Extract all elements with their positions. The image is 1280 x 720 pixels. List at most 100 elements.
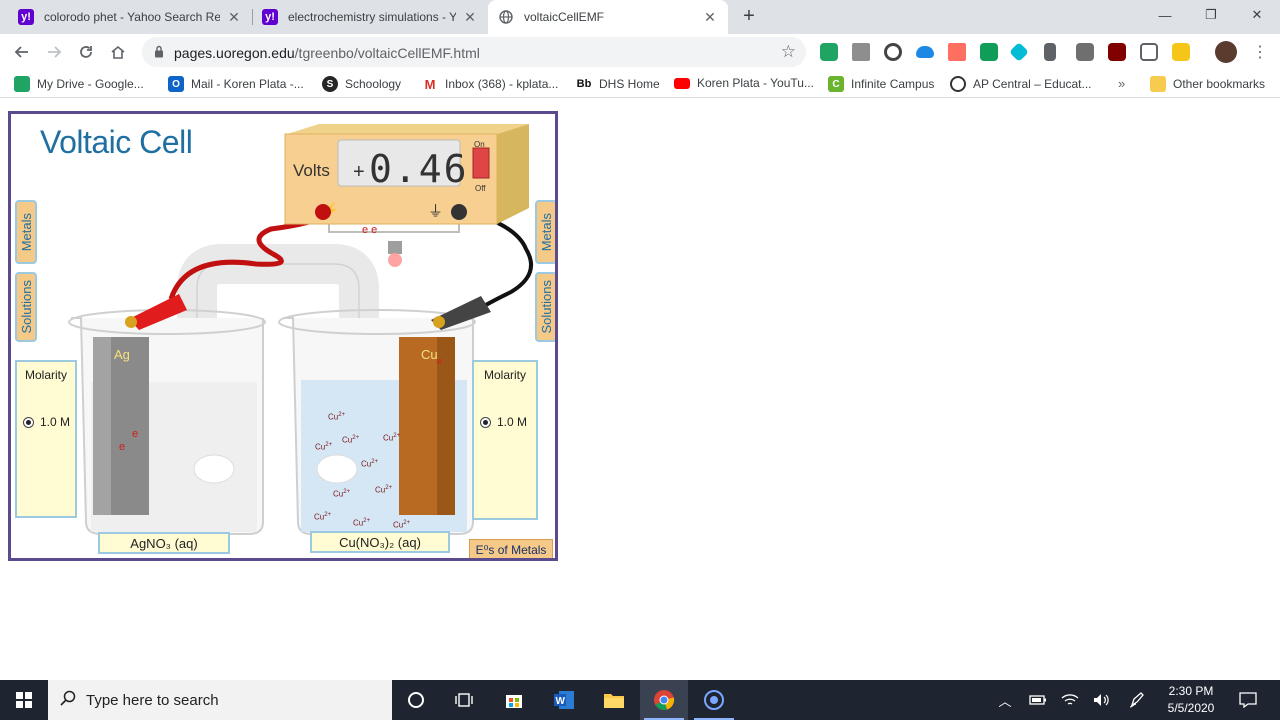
chrome-icon[interactable] xyxy=(640,680,688,720)
voltage-reading: 0.46 xyxy=(369,147,469,191)
copper-electrode-label: Cu xyxy=(421,347,438,362)
bookmark-youtube[interactable]: Koren Plata - YouTu... xyxy=(674,76,814,90)
windows-start-icon[interactable] xyxy=(0,680,48,720)
switch-on-label: On xyxy=(474,140,485,149)
google-classroom-icon[interactable] xyxy=(980,43,998,61)
bookmark-gmail[interactable]: M Inbox (368) - kplata... xyxy=(422,76,558,92)
word-icon[interactable]: W xyxy=(540,680,588,720)
right-molarity-option[interactable]: 1.0 M xyxy=(480,415,527,429)
google-drive-icon xyxy=(14,76,30,92)
cu-ion: Cu2+ xyxy=(333,489,351,499)
chevron-up-icon[interactable]: ︿ xyxy=(994,680,1016,720)
drive-extension-icon[interactable] xyxy=(1076,43,1094,61)
tab-yahoo-search-1[interactable]: y! colorodo phet - Yahoo Search Re ✕ xyxy=(8,0,252,34)
url-text: pages.uoregon.edu/tgreenbo/voltaicCellEM… xyxy=(174,45,480,61)
google-drive-icon[interactable] xyxy=(820,43,838,61)
a-extension-icon[interactable] xyxy=(1044,43,1056,61)
bookmark-schoology[interactable]: S Schoology xyxy=(322,76,401,92)
standard-potentials-button[interactable]: E⁰s of Metals xyxy=(469,539,553,558)
tab-yahoo-search-2[interactable]: y! electrochemistry simulations - Ya ✕ xyxy=(252,0,488,34)
right-solutions-tab[interactable]: Solutions xyxy=(535,272,555,342)
wifi-icon[interactable] xyxy=(1058,680,1082,720)
tab-voltaic-cell[interactable]: voltaicCellEMF ✕ xyxy=(488,0,728,34)
ublock-icon[interactable] xyxy=(1108,43,1126,61)
browser-toolbar: pages.uoregon.edu/tgreenbo/voltaicCellEM… xyxy=(0,34,1280,71)
left-solution-label[interactable]: AgNO₃ (aq) xyxy=(98,532,230,554)
reload-icon[interactable] xyxy=(74,40,98,64)
onedrive-icon[interactable] xyxy=(916,46,934,58)
diamond-extension-icon[interactable] xyxy=(1009,42,1029,62)
black-terminal xyxy=(451,204,467,220)
yahoo-icon: y! xyxy=(262,9,278,25)
right-molarity-panel: Molarity 1.0 M xyxy=(472,360,538,520)
clock-date: 5/5/2020 xyxy=(1167,701,1215,715)
extension-icon[interactable] xyxy=(852,43,870,61)
volume-icon[interactable] xyxy=(1090,680,1114,720)
right-metals-tab[interactable]: Metals xyxy=(535,200,555,264)
circle-extension-icon[interactable] xyxy=(884,43,902,61)
cu-ion: Cu2+ xyxy=(342,435,360,445)
voltmeter: Volts + 0.46 On Off ⚡ ⏚ xyxy=(283,124,529,234)
system-clock[interactable]: 2:30 PM 5/5/2020 xyxy=(1156,683,1226,717)
bookmark-other[interactable]: Other bookmarks xyxy=(1150,76,1265,92)
left-solutions-tab[interactable]: Solutions xyxy=(15,272,37,342)
bookmark-dhs-home[interactable]: Bb DHS Home xyxy=(576,76,660,92)
menu-kebab-icon[interactable]: ⋮ xyxy=(1248,40,1272,64)
restore-button[interactable]: ❐ xyxy=(1188,0,1234,30)
minimize-button[interactable]: — xyxy=(1142,0,1188,30)
cortana-icon[interactable] xyxy=(392,680,440,720)
close-icon[interactable]: ✕ xyxy=(226,9,242,25)
right-plug xyxy=(316,454,358,484)
hand-extension-icon[interactable] xyxy=(1172,43,1190,61)
voltage-sign: + xyxy=(353,161,365,183)
bookmark-star-icon[interactable]: ☆ xyxy=(781,42,796,62)
avatar[interactable] xyxy=(1215,41,1237,63)
more-bookmarks-chevron[interactable]: » xyxy=(1118,76,1125,91)
bookmark-infinite-campus[interactable]: C Infinite Campus xyxy=(828,76,934,92)
radio-selected-icon[interactable] xyxy=(480,416,491,428)
electron-label: e xyxy=(119,441,126,453)
address-bar[interactable]: pages.uoregon.edu/tgreenbo/voltaicCellEM… xyxy=(142,37,806,67)
screen-recorder-icon[interactable] xyxy=(690,680,738,720)
switch-off-label[interactable]: Off xyxy=(475,184,486,193)
task-view-icon[interactable] xyxy=(440,680,488,720)
new-tab-button[interactable]: + xyxy=(738,5,760,27)
gmail-icon: M xyxy=(422,76,438,92)
close-icon[interactable]: ✕ xyxy=(702,9,718,25)
notifications-icon[interactable] xyxy=(1234,680,1262,720)
close-icon[interactable]: ✕ xyxy=(462,9,478,25)
left-plug xyxy=(193,454,235,484)
windows-taskbar: Type here to search W ︿ 2:30 PM 5/5/2020 xyxy=(0,680,1280,720)
folder-icon xyxy=(1150,76,1166,92)
schoology-icon: S xyxy=(322,76,338,92)
forward-arrow-icon[interactable] xyxy=(42,40,66,64)
cu-ion: Cu2+ xyxy=(315,442,333,452)
blackboard-icon: Bb xyxy=(576,76,592,92)
arrow-extension-icon[interactable] xyxy=(948,43,966,61)
microsoft-store-icon[interactable] xyxy=(490,680,538,720)
bookmark-my-drive[interactable]: My Drive - Google... xyxy=(14,76,144,92)
taskbar-search-box[interactable]: Type here to search xyxy=(48,680,392,720)
radio-selected-icon[interactable] xyxy=(23,416,34,428)
ground-icon: ⏚ xyxy=(428,203,444,220)
right-solution-label[interactable]: Cu(NO₃)₂ (aq) xyxy=(310,531,450,553)
home-icon[interactable] xyxy=(106,40,130,64)
grid-extension-icon[interactable] xyxy=(1140,43,1158,61)
yahoo-icon: y! xyxy=(18,9,34,25)
close-window-button[interactable]: ✕ xyxy=(1234,0,1280,30)
left-molarity-option[interactable]: 1.0 M xyxy=(23,415,70,429)
cu-ion: Cu2+ xyxy=(361,459,379,469)
left-metals-tab[interactable]: Metals xyxy=(15,200,37,264)
file-explorer-icon[interactable] xyxy=(590,680,638,720)
cu-ion: Cu2+ xyxy=(328,412,346,422)
bookmark-ap-central[interactable]: AP Central – Educat... xyxy=(950,76,1092,92)
left-connector xyxy=(125,316,137,328)
ap-central-icon xyxy=(950,76,966,92)
bulb-glow xyxy=(388,253,402,267)
lock-icon xyxy=(154,45,164,63)
battery-icon[interactable] xyxy=(1026,680,1050,720)
bookmark-mail[interactable]: O Mail - Koren Plata -... xyxy=(168,76,304,92)
globe-icon xyxy=(498,9,514,25)
back-arrow-icon[interactable] xyxy=(10,40,34,64)
pen-icon[interactable] xyxy=(1124,680,1150,720)
